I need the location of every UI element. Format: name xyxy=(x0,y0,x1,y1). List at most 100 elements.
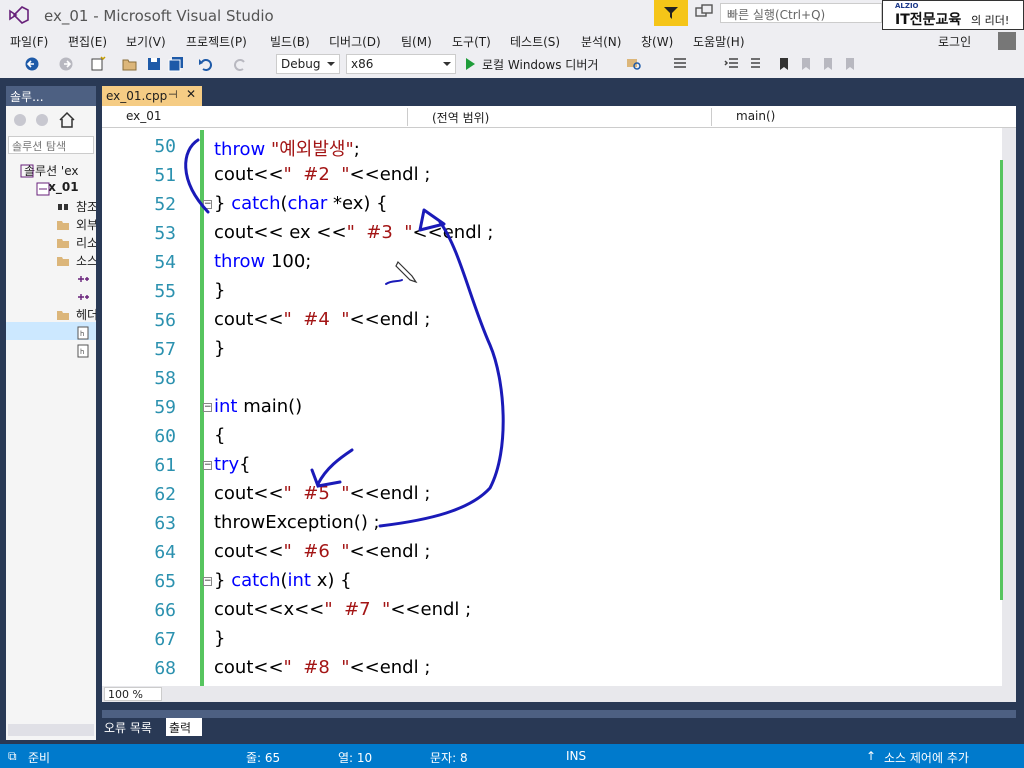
project-icon xyxy=(36,182,50,196)
platform-select[interactable]: x86 xyxy=(346,54,456,74)
quick-launch-input[interactable]: 빠른 실행(Ctrl+Q) xyxy=(720,3,882,23)
horizontal-scrollbar[interactable] xyxy=(102,686,1016,702)
line-number: 51 xyxy=(154,165,176,186)
next-bookmark-icon[interactable] xyxy=(820,56,836,72)
code-line[interactable]: } catch(char *ex) { xyxy=(214,193,388,214)
menu-file[interactable]: 파일(F) xyxy=(10,33,48,50)
code-line[interactable]: cout<< ex <<" #3 "<<endl ; xyxy=(214,222,493,243)
line-number: 63 xyxy=(154,513,176,534)
menu-window[interactable]: 창(W) xyxy=(641,33,673,50)
menu-debug[interactable]: 디버그(D) xyxy=(329,33,381,50)
code-token: <<endl ; xyxy=(349,657,431,678)
bookmark-icon[interactable] xyxy=(776,56,792,72)
menu-build[interactable]: 빌드(B) xyxy=(270,33,310,50)
save-all-icon[interactable] xyxy=(168,56,184,72)
solution-search-input[interactable]: 솔루션 탐색 xyxy=(8,136,94,154)
back-icon[interactable] xyxy=(12,112,28,128)
back-icon[interactable] xyxy=(24,56,40,72)
code-token: <<endl ; xyxy=(349,164,431,185)
solution-explorer-hscroll[interactable] xyxy=(8,724,94,736)
indent-icon[interactable] xyxy=(724,56,740,72)
code-token: cout<< xyxy=(214,657,284,678)
code-line[interactable]: } xyxy=(214,338,225,359)
code-token: } xyxy=(214,193,232,214)
login-link[interactable]: 로그인 xyxy=(938,33,971,50)
solution-config-select[interactable]: Debug xyxy=(276,54,340,74)
redo-icon[interactable] xyxy=(232,56,248,72)
member-select[interactable]: main() xyxy=(714,108,1014,126)
menu-analyze[interactable]: 분석(N) xyxy=(581,33,621,50)
collapse-toggle-icon[interactable]: − xyxy=(203,461,212,470)
forward-icon[interactable] xyxy=(58,56,74,72)
collapse-toggle-icon[interactable]: − xyxy=(203,403,212,412)
code-line[interactable]: } catch(int x) { xyxy=(214,570,352,591)
vertical-scrollbar[interactable] xyxy=(1002,128,1016,686)
tree-references[interactable]: 참조 xyxy=(76,198,96,215)
folder-icon xyxy=(57,221,69,230)
tree-label: 소스 xyxy=(76,254,96,268)
folder-icon xyxy=(57,257,69,266)
undo-icon[interactable] xyxy=(198,56,214,72)
code-line[interactable]: } xyxy=(214,280,225,301)
tab-error-list[interactable]: 오류 목록 xyxy=(104,719,152,736)
code-token: <<endl ; xyxy=(349,483,431,504)
keyword-token: int xyxy=(214,396,238,417)
close-icon[interactable]: ✕ xyxy=(186,87,196,101)
code-line[interactable]: cout<<" #8 "<<endl ; xyxy=(214,657,430,678)
code-token: { xyxy=(214,425,226,446)
menu-test[interactable]: 테스트(S) xyxy=(510,33,560,50)
code-line[interactable]: { xyxy=(214,425,225,446)
solution-explorer-header[interactable]: 솔루... xyxy=(6,86,96,106)
menu-edit[interactable]: 편집(E) xyxy=(68,33,107,50)
menu-view[interactable]: 보기(V) xyxy=(126,33,166,50)
menu-project[interactable]: 프로젝트(P) xyxy=(186,33,247,50)
start-debugger-button[interactable]: 로컬 Windows 디버거 xyxy=(482,56,598,73)
project-scope-select[interactable]: ex_01 xyxy=(104,108,408,126)
home-icon[interactable] xyxy=(58,111,76,129)
line-number: 55 xyxy=(154,281,176,302)
tree-sources[interactable]: 소스 xyxy=(76,252,96,269)
zoom-select[interactable]: 100 % xyxy=(104,687,162,701)
play-icon[interactable] xyxy=(466,58,475,70)
zoom-value: 100 % xyxy=(108,688,143,701)
code-line[interactable]: int main() xyxy=(214,396,302,417)
account-avatar-icon[interactable] xyxy=(998,32,1016,50)
collapse-toggle-icon[interactable]: − xyxy=(203,200,212,209)
prev-bookmark-icon[interactable] xyxy=(798,56,814,72)
tree-headers[interactable]: 헤더 xyxy=(76,306,96,323)
clear-bookmarks-icon[interactable] xyxy=(842,56,858,72)
tree-resources[interactable]: 리소 xyxy=(76,234,96,251)
code-line[interactable]: throw 100; xyxy=(214,251,311,272)
code-line[interactable]: cout<<" #2 "<<endl ; xyxy=(214,164,430,185)
save-icon[interactable] xyxy=(146,56,162,72)
code-line[interactable]: cout<<x<<" #7 "<<endl ; xyxy=(214,599,471,620)
code-line[interactable]: cout<<" #4 "<<endl ; xyxy=(214,309,430,330)
source-control-button[interactable]: 소스 제어에 추가 xyxy=(884,749,969,766)
code-line[interactable]: try{ xyxy=(214,454,251,475)
code-line[interactable]: } xyxy=(214,628,225,649)
menu-help[interactable]: 도움말(H) xyxy=(693,33,745,50)
tree-external-deps[interactable]: 외부 xyxy=(76,216,96,233)
feedback-icon[interactable] xyxy=(694,4,714,22)
comment-icon[interactable] xyxy=(672,56,688,72)
find-icon[interactable] xyxy=(626,56,642,72)
collapse-toggle-icon[interactable]: − xyxy=(203,577,212,586)
tab-ex01-cpp[interactable]: ex_01.cpp ⊣ ✕ xyxy=(102,86,202,106)
brand-tail-text: 의 리더! xyxy=(971,14,1010,27)
tab-output[interactable]: 출력 xyxy=(166,718,202,736)
code-line[interactable]: cout<<" #6 "<<endl ; xyxy=(214,541,430,562)
pin-icon[interactable]: ⊣ xyxy=(168,88,178,101)
new-project-icon[interactable] xyxy=(90,56,106,72)
menu-tools[interactable]: 도구(T) xyxy=(452,33,491,50)
code-line[interactable]: throw "예외발생"; xyxy=(214,135,360,161)
code-line[interactable]: throwException() ; xyxy=(214,512,380,533)
menu-team[interactable]: 팀(M) xyxy=(401,33,432,50)
global-scope-select[interactable]: (전역 범위) xyxy=(410,108,712,126)
tree-solution[interactable]: 솔루션 'ex xyxy=(24,162,96,179)
string-token: " #6 " xyxy=(283,541,350,562)
notification-filter-button[interactable] xyxy=(654,0,688,26)
code-line[interactable]: cout<<" #5 "<<endl ; xyxy=(214,483,430,504)
forward-icon[interactable] xyxy=(34,112,50,128)
outdent-icon[interactable] xyxy=(746,56,762,72)
open-file-icon[interactable] xyxy=(122,56,138,72)
